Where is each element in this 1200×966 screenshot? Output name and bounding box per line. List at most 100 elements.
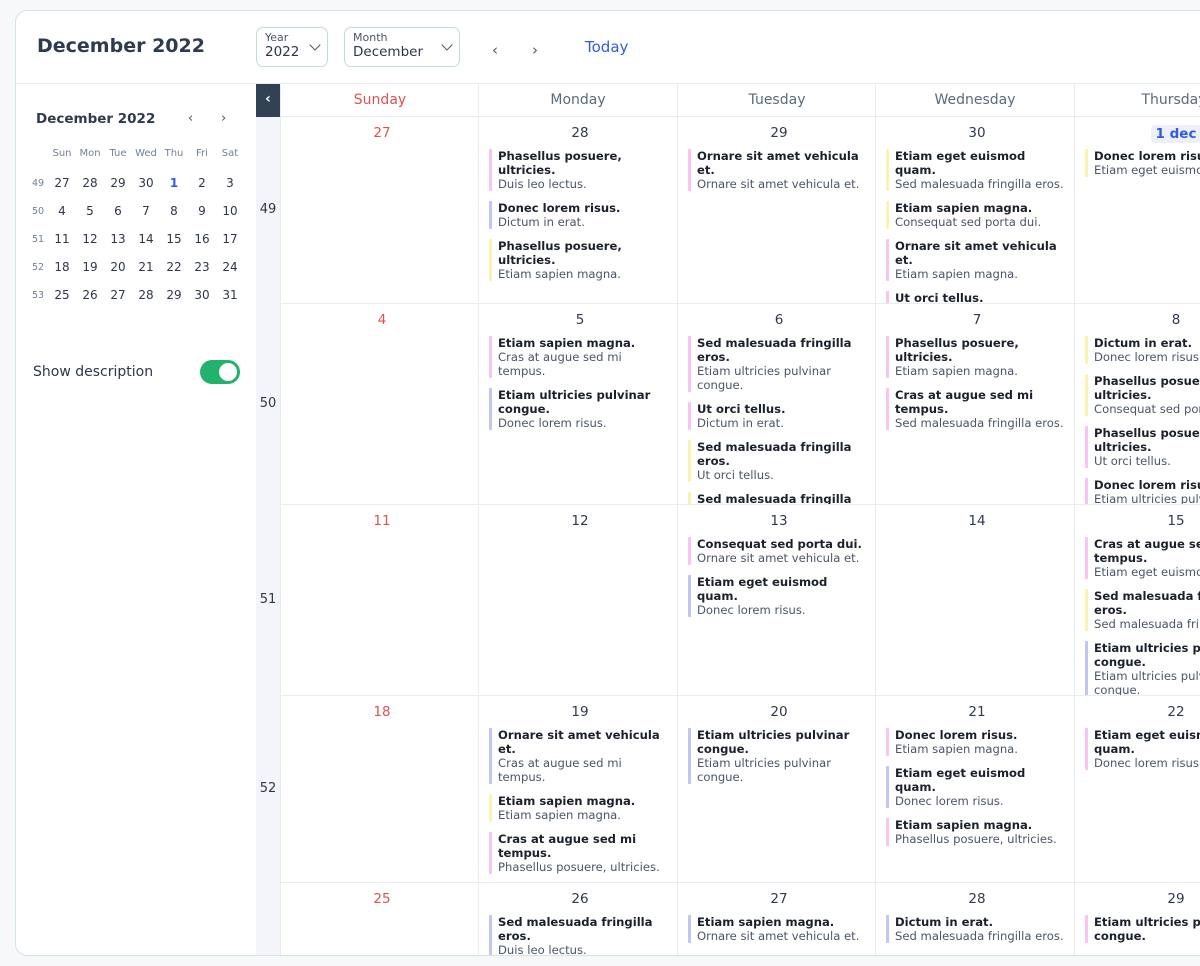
- mini-day[interactable]: 26: [76, 288, 104, 302]
- event[interactable]: Cras at augue sed mi tempus. Phasellus po…: [489, 832, 671, 874]
- show-description-toggle[interactable]: [200, 360, 240, 384]
- event[interactable]: Dictum in erat. Sed malesuada fringilla e…: [886, 915, 1068, 943]
- mini-day[interactable]: 5: [76, 204, 104, 218]
- event[interactable]: Etiam eget euismod quam.Donec lorem risu…: [1085, 728, 1200, 770]
- mini-day[interactable]: 30: [188, 288, 216, 302]
- event[interactable]: Phasellus posuere, ultricies.Ut orci tel…: [1085, 426, 1200, 468]
- mini-day[interactable]: 16: [188, 232, 216, 246]
- mini-day[interactable]: 6: [104, 204, 132, 218]
- mini-day[interactable]: 9: [188, 204, 216, 218]
- event[interactable]: Etiam sapien magna. Etiam sapien magna.: [489, 794, 671, 822]
- event[interactable]: Donec lorem risus. Dictum in erat.: [489, 201, 671, 229]
- day-cell[interactable]: 6 Sed malesuada fringilla eros. Etiam ultr…: [677, 304, 876, 505]
- mini-day[interactable]: 10: [216, 204, 244, 218]
- next-month-button[interactable]: ›: [532, 41, 538, 59]
- mini-day[interactable]: 14: [132, 232, 160, 246]
- mini-day[interactable]: 25: [48, 288, 76, 302]
- event[interactable]: Donec lorem risus.Etiam eget euismod qua…: [1085, 149, 1200, 177]
- mini-next-button[interactable]: ›: [221, 111, 226, 126]
- day-cell[interactable]: 27 Etiam sapien magna. Ornare sit amet veh…: [677, 883, 876, 955]
- mini-day[interactable]: 31: [216, 288, 244, 302]
- mini-day[interactable]: 18: [48, 260, 76, 274]
- event[interactable]: Etiam ultricies pulvinar congue.: [1085, 915, 1200, 943]
- event[interactable]: Etiam ultricies pulvinar congue. Donec lo…: [489, 388, 671, 430]
- event[interactable]: Ornare sit amet vehicula et. Cras at augu…: [489, 728, 671, 784]
- event[interactable]: Ut orci tellus. Dictum in erat.: [688, 402, 870, 430]
- mini-day[interactable]: 27: [104, 288, 132, 302]
- event[interactable]: Phasellus posuere, ultricies. Etiam sapie…: [489, 239, 671, 281]
- event[interactable]: Consequat sed porta dui. Ornare sit amet …: [688, 537, 870, 565]
- mini-day[interactable]: 30: [132, 176, 160, 190]
- event[interactable]: Sed malesuada fringilla eros. Ut orci tel…: [688, 440, 870, 482]
- day-cell[interactable]: 8 Dictum in erat. Donec lorem risus. Phasel…: [1074, 304, 1200, 505]
- mini-day[interactable]: 12: [76, 232, 104, 246]
- event[interactable]: Cras at augue sed mi tempus. Sed malesuad…: [886, 388, 1068, 430]
- mini-day[interactable]: 8: [160, 204, 188, 218]
- mini-day[interactable]: 3: [216, 176, 244, 190]
- event[interactable]: Etiam eget euismod quam.Donec lorem risu…: [688, 575, 870, 617]
- mini-day[interactable]: 20: [104, 260, 132, 274]
- mini-day[interactable]: 2: [188, 176, 216, 190]
- mini-day[interactable]: 29: [104, 176, 132, 190]
- day-cell[interactable]: 18: [280, 696, 479, 883]
- day-cell[interactable]: 26 Sed malesuada fringilla eros. Duis leo …: [478, 883, 677, 955]
- mini-day[interactable]: 23: [188, 260, 216, 274]
- mini-day[interactable]: 29: [160, 288, 188, 302]
- day-cell[interactable]: 5 Etiam sapien magna. Cras at augue sed mi…: [478, 304, 677, 505]
- event[interactable]: Phasellus posuere, ultricies.Consequat s…: [1085, 374, 1200, 416]
- mini-day[interactable]: 1: [160, 176, 188, 190]
- month-select[interactable]: Month December: [344, 27, 460, 67]
- today-button[interactable]: Today: [585, 38, 628, 56]
- prev-month-button[interactable]: ‹: [492, 41, 498, 59]
- event[interactable]: Phasellus posuere, ultricies. Duis leo le…: [489, 149, 671, 191]
- mini-day[interactable]: 24: [216, 260, 244, 274]
- event[interactable]: Donec lorem risus.Etiam ultricies pulvin…: [1085, 478, 1200, 504]
- event[interactable]: Donec lorem risus. Etiam sapien magna.: [886, 728, 1068, 756]
- day-cell[interactable]: 13 Consequat sed porta dui. Ornare sit ame…: [677, 505, 876, 696]
- mini-day[interactable]: 19: [76, 260, 104, 274]
- event[interactable]: Ornare sit amet vehicula et. Etiam sapien…: [886, 239, 1068, 281]
- event[interactable]: Etiam eget euismod quam.Donec lorem risu…: [886, 766, 1068, 808]
- mini-day[interactable]: 4: [48, 204, 76, 218]
- event[interactable]: Dictum in erat. Donec lorem risus.: [1085, 336, 1200, 364]
- event[interactable]: Ornare sit amet vehicula et. Ornare sit a…: [688, 149, 870, 191]
- day-cell[interactable]: 30 Etiam eget euismod quam. Sed malesuada …: [875, 117, 1074, 304]
- day-cell[interactable]: 14: [875, 505, 1074, 696]
- year-select[interactable]: Year 2022: [256, 27, 328, 67]
- mini-day[interactable]: 15: [160, 232, 188, 246]
- event[interactable]: Etiam sapien magna. Consequat sed porta d…: [886, 201, 1068, 229]
- day-cell[interactable]: 4: [280, 304, 479, 505]
- day-cell[interactable]: 21 Donec lorem risus. Etiam sapien magna. E…: [875, 696, 1074, 883]
- event[interactable]: Phasellus posuere, ultricies. Etiam sapie…: [886, 336, 1068, 378]
- day-cell[interactable]: 12: [478, 505, 677, 696]
- mini-day[interactable]: 27: [48, 176, 76, 190]
- day-cell[interactable]: 15 Cras at augue sed mi tempus.Etiam eget…: [1074, 505, 1200, 696]
- day-cell[interactable]: 7 Phasellus posuere, ultricies. Etiam sapi…: [875, 304, 1074, 505]
- mini-prev-button[interactable]: ‹: [188, 111, 193, 126]
- event[interactable]: Etiam ultricies pulvinar congue.Etiam ul…: [688, 728, 870, 784]
- event[interactable]: Cras at augue sed mi tempus.Etiam eget e…: [1085, 537, 1200, 579]
- day-cell[interactable]: 27: [280, 117, 479, 304]
- chevron-left-icon[interactable]: ‹: [256, 84, 280, 117]
- day-cell[interactable]: 20 Etiam ultricies pulvinar congue. Etiam …: [677, 696, 876, 883]
- day-cell[interactable]: 25: [280, 883, 479, 955]
- mini-day[interactable]: 28: [76, 176, 104, 190]
- event[interactable]: Sed malesuada fringilla eros. Duis leo le…: [489, 915, 671, 955]
- event[interactable]: Etiam ultricies pulvinar congue.Etiam ul…: [1085, 641, 1200, 695]
- mini-day[interactable]: 21: [132, 260, 160, 274]
- mini-day[interactable]: 22: [160, 260, 188, 274]
- event[interactable]: Etiam eget euismod quam. Sed malesuada fr…: [886, 149, 1068, 191]
- day-cell[interactable]: 29 Etiam ultricies pulvinar congue.: [1074, 883, 1200, 955]
- event[interactable]: Sed malesuada fringilla eros. Etiam ultri…: [688, 336, 870, 392]
- event[interactable]: Sed malesuada fringilla eros.Sed malesua…: [1085, 589, 1200, 631]
- event[interactable]: Etiam sapien magna. Cras at augue sed mi …: [489, 336, 671, 378]
- event[interactable]: Etiam sapien magna. Phasellus posuere, ul…: [886, 818, 1068, 846]
- day-cell[interactable]: 29 Ornare sit amet vehicula et. Ornare sit…: [677, 117, 876, 304]
- mini-day[interactable]: 13: [104, 232, 132, 246]
- mini-day[interactable]: 7: [132, 204, 160, 218]
- day-cell[interactable]: 19 Ornare sit amet vehicula et. Cras at au…: [478, 696, 677, 883]
- day-cell[interactable]: 11: [280, 505, 479, 696]
- mini-day[interactable]: 11: [48, 232, 76, 246]
- day-cell[interactable]: 1 dec Donec lorem risus.Etiam eget euismo…: [1074, 117, 1200, 304]
- day-cell[interactable]: 22 Etiam eget euismod quam.Donec lorem ri…: [1074, 696, 1200, 883]
